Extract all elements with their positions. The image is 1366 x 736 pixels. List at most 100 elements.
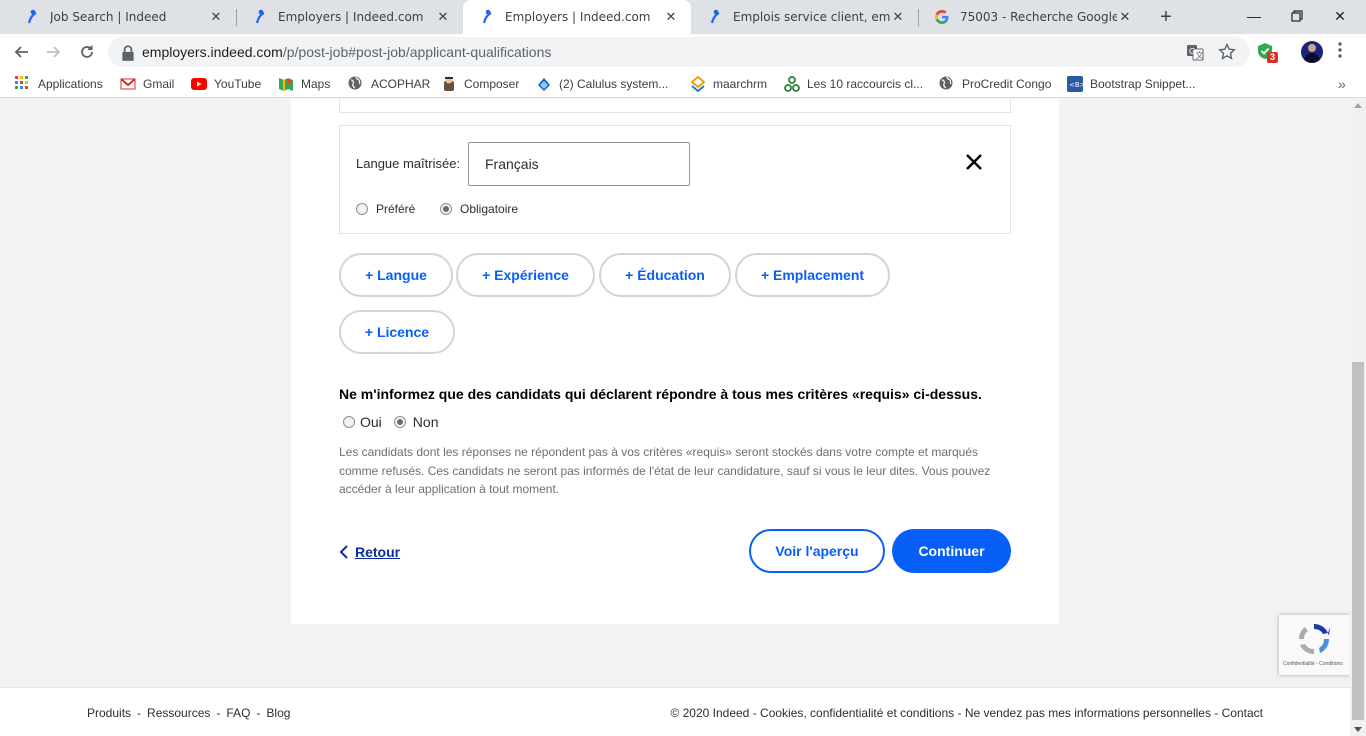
bookmark-maps[interactable]: Maps	[278, 76, 330, 92]
apps-grid-icon	[15, 76, 31, 92]
close-icon[interactable]	[962, 150, 986, 174]
required-option[interactable]: Obligatoire	[440, 202, 518, 216]
filter-help-text: Les candidats dont les réponses ne répon…	[339, 445, 991, 496]
globe-icon	[348, 76, 364, 92]
indeed-favicon-icon	[707, 9, 723, 25]
recaptcha-icon	[1299, 623, 1330, 655]
required-label: Obligatoire	[460, 202, 519, 216]
bookmark-calculus[interactable]: (2) Calulus system...	[536, 76, 668, 92]
indeed-favicon-icon	[479, 9, 495, 25]
preview-button[interactable]: Voir l'aperçu	[749, 529, 885, 573]
scrollbar-thumb[interactable]	[1352, 362, 1364, 720]
google-favicon-icon	[934, 9, 950, 25]
more-bookmarks-icon[interactable]: »	[1338, 76, 1346, 92]
forward-arrow-icon[interactable]	[42, 40, 66, 64]
close-tab-icon[interactable]: ✕	[890, 10, 906, 25]
bookmark-raccourcis[interactable]: Les 10 raccourcis cl...	[784, 76, 923, 92]
required-radio[interactable]	[440, 203, 452, 215]
tab-job-search[interactable]: Job Search | Indeed ✕	[8, 0, 236, 34]
restore-window-icon[interactable]	[1283, 4, 1311, 28]
footer-left-links: Produits - Ressources - FAQ - Blog	[87, 706, 291, 720]
indeed-favicon-icon	[24, 9, 40, 25]
scroll-up-icon[interactable]	[1354, 103, 1362, 108]
bookmark-label: ACOPHAR	[371, 77, 431, 91]
extension-badge: 3	[1267, 52, 1279, 63]
add-license-button[interactable]: + Licence	[339, 310, 455, 354]
tab-emplois[interactable]: Emplois service client, emploi | ✕	[691, 0, 918, 34]
close-tab-icon[interactable]: ✕	[435, 10, 451, 25]
gmail-icon	[120, 76, 136, 92]
language-input[interactable]	[468, 142, 690, 186]
close-tab-icon[interactable]: ✕	[663, 10, 679, 25]
composer-icon	[441, 76, 457, 92]
qualifications-card: Langue maîtrisée: Préféré Obligatoire + …	[291, 99, 1059, 624]
back-link[interactable]: Retour	[339, 544, 400, 560]
bookmark-label: Applications	[38, 77, 103, 91]
tab-employers-1[interactable]: Employers | Indeed.com ✕	[236, 0, 463, 34]
preferred-radio[interactable]	[356, 203, 368, 215]
browser-toolbar: employers.indeed.com/p/post-job#post-job…	[0, 34, 1366, 70]
close-tab-icon[interactable]: ✕	[208, 10, 224, 25]
close-tab-icon[interactable]: ✕	[1117, 10, 1133, 25]
footer-link-faq[interactable]: FAQ	[226, 706, 250, 720]
tab-title: Emplois service client, emploi |	[733, 10, 890, 24]
bookmark-label: YouTube	[214, 77, 262, 91]
required-filter-options: Oui Non	[343, 414, 438, 430]
page-scrollbar[interactable]	[1350, 99, 1366, 736]
profile-avatar[interactable]	[1301, 41, 1323, 63]
add-education-button[interactable]: + Éducation	[599, 253, 731, 297]
bookmark-composer[interactable]: Composer	[441, 76, 519, 92]
address-bar[interactable]: employers.indeed.com/p/post-job#post-job…	[108, 37, 1250, 67]
translate-icon[interactable]: 文G	[1186, 43, 1204, 61]
yes-radio[interactable]	[343, 416, 355, 428]
language-qualification-box: Langue maîtrisée: Préféré Obligatoire	[339, 125, 1011, 234]
back-label: Retour	[355, 544, 401, 560]
recaptcha-text: Confidentialité - Conditions	[1283, 661, 1343, 667]
add-location-button[interactable]: + Emplacement	[735, 253, 890, 297]
bookmark-bootstrap[interactable]: <B> Bootstrap Snippet...	[1067, 76, 1195, 92]
bookmark-label: Les 10 raccourcis cl...	[807, 77, 924, 91]
scroll-down-icon[interactable]	[1354, 727, 1362, 732]
bookmark-procredit[interactable]: ProCredit Congo	[939, 76, 1051, 92]
calculus-icon	[536, 76, 552, 92]
footer-link-resources[interactable]: Ressources	[147, 706, 210, 720]
url-host: employers.indeed.com	[142, 44, 283, 60]
tab-title: Employers | Indeed.com	[505, 10, 651, 24]
recaptcha-badge[interactable]: Confidentialité - Conditions	[1279, 615, 1350, 675]
bookmark-applications[interactable]: Applications	[15, 76, 103, 92]
add-experience-button[interactable]: + Expérience	[456, 253, 595, 297]
no-radio[interactable]	[393, 416, 406, 428]
bookmark-label: Gmail	[143, 77, 175, 91]
continue-button[interactable]: Continuer	[892, 529, 1011, 573]
footer-link-do-not-sell[interactable]: Ne vendez pas mes informations personnel…	[965, 706, 1211, 720]
youtube-icon	[191, 76, 207, 92]
new-tab-icon[interactable]: +	[1156, 6, 1176, 28]
reload-icon[interactable]	[75, 40, 99, 64]
language-label: Langue maîtrisée:	[356, 156, 461, 171]
bookmark-acophar[interactable]: ACOPHAR	[348, 76, 430, 92]
bookmark-star-icon[interactable]	[1218, 43, 1236, 61]
bookmark-label: Bootstrap Snippet...	[1090, 77, 1196, 91]
footer-link-cookies[interactable]: Cookies, confidentialité et conditions	[760, 706, 954, 720]
tab-title: Employers | Indeed.com	[278, 10, 424, 24]
back-arrow-icon[interactable]	[9, 40, 33, 64]
footer-link-contact[interactable]: Contact	[1222, 706, 1263, 720]
extension-shield-icon[interactable]: 3	[1256, 42, 1279, 64]
footer-link-blog[interactable]: Blog	[266, 706, 290, 720]
minimize-icon[interactable]: —	[1240, 4, 1268, 28]
chrome-menu-icon[interactable]	[1338, 42, 1346, 62]
bookmark-gmail[interactable]: Gmail	[120, 76, 174, 92]
tab-google-search[interactable]: 75003 - Recherche Google ✕	[918, 0, 1145, 34]
raccourcis-icon	[784, 76, 800, 92]
preferred-label: Préféré	[376, 202, 416, 216]
bookmark-youtube[interactable]: YouTube	[191, 76, 261, 92]
close-window-icon[interactable]: ✕	[1326, 4, 1354, 28]
bookmark-maarchrm[interactable]: maarchrm	[690, 75, 767, 93]
preferred-option[interactable]: Préféré	[356, 202, 415, 216]
svg-text:<B>: <B>	[1069, 81, 1083, 89]
add-language-button[interactable]: + Langue	[339, 253, 453, 297]
indeed-favicon-icon	[252, 9, 268, 25]
bookmark-label: Maps	[301, 77, 331, 91]
footer-link-products[interactable]: Produits	[87, 706, 131, 720]
tab-employers-active[interactable]: Employers | Indeed.com ✕	[463, 0, 691, 34]
